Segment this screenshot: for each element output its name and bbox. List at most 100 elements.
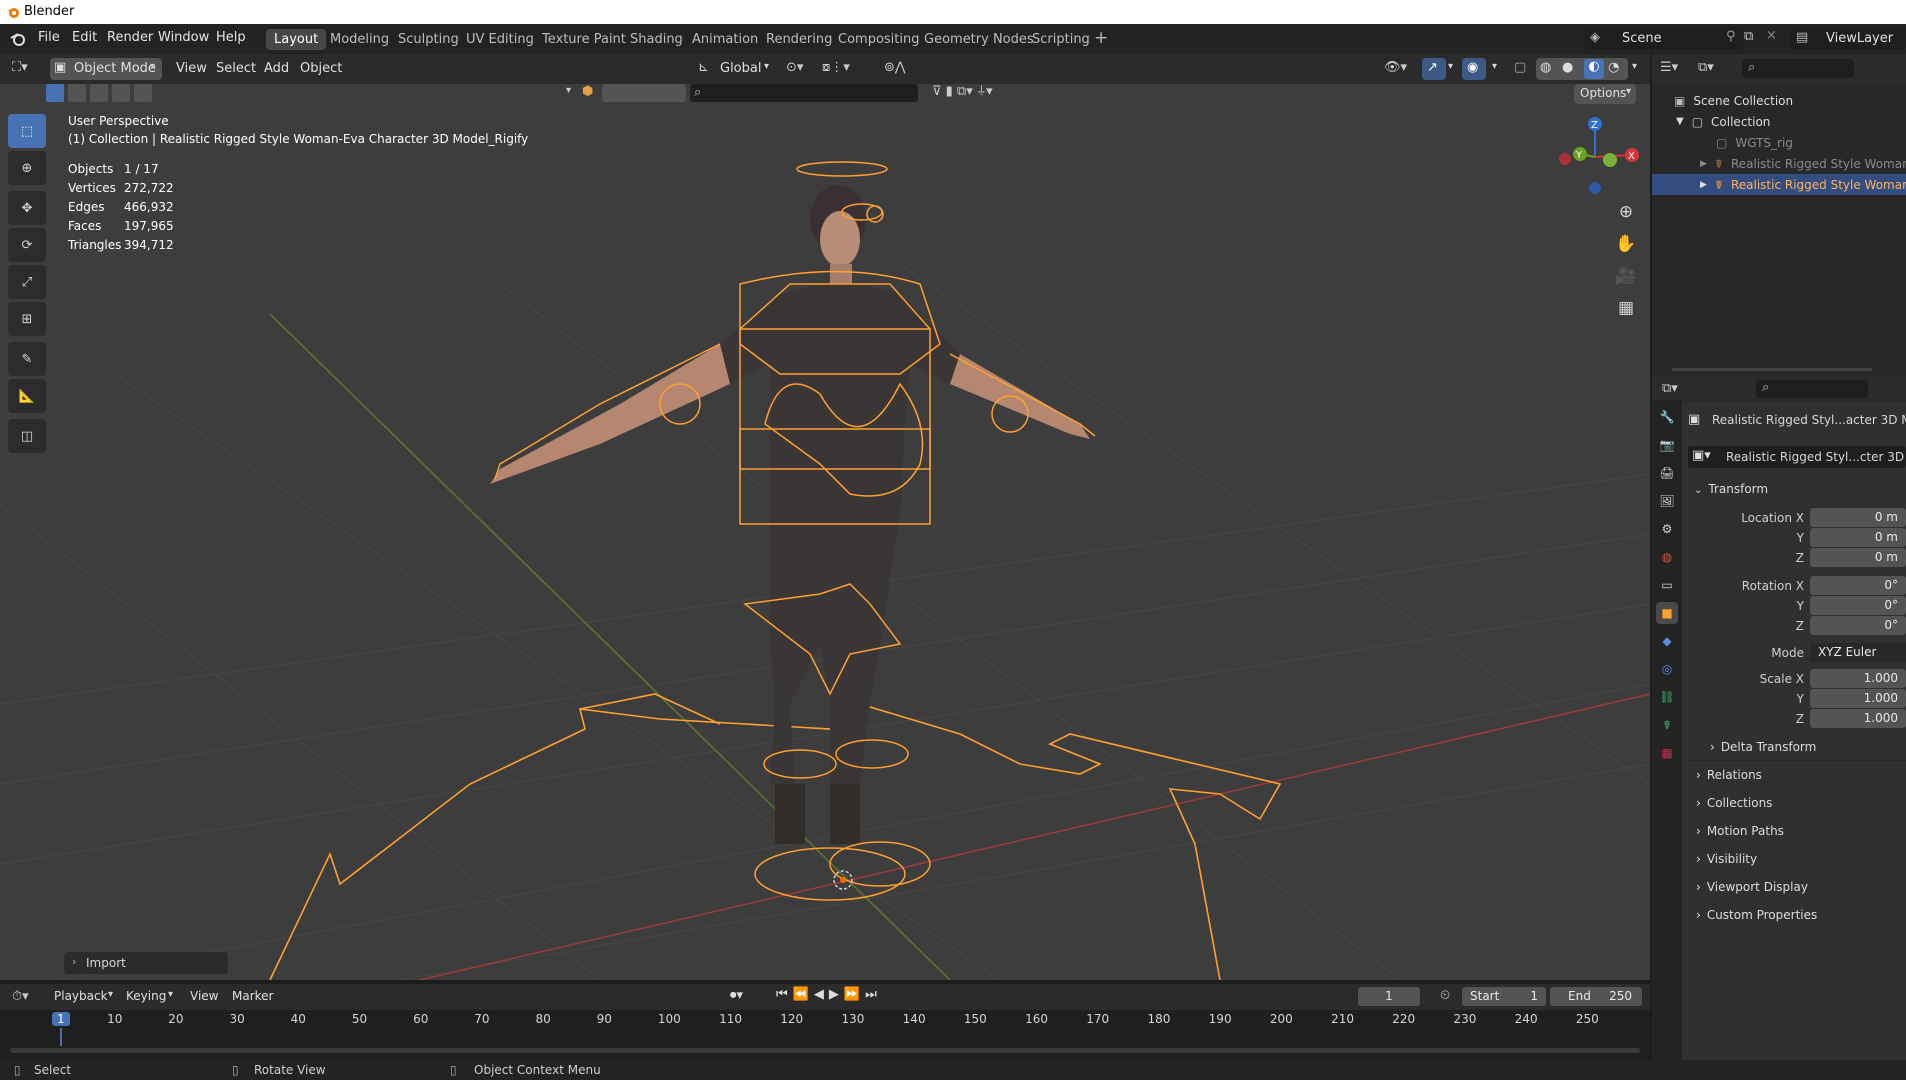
chevron-down-icon[interactable]: ▾	[1448, 61, 1453, 72]
scene-tab-icon[interactable]: ⚙	[1656, 518, 1678, 540]
outliner-editor-icon[interactable]: ☰▾	[1660, 60, 1678, 75]
options-dropdown[interactable]: Options ▾	[1574, 84, 1636, 104]
object-name-row[interactable]: ▣ Realistic Rigged Styl...acter 3D Mod	[1688, 410, 1906, 432]
timeline-editor-icon[interactable]: ⏱▾	[12, 989, 29, 1004]
location-x-field[interactable]: 0 m	[1810, 508, 1906, 527]
wireframe-shading-icon[interactable]: ◍	[1540, 60, 1551, 75]
scene-selector[interactable]: ◈ Scene ⚲	[1584, 28, 1744, 49]
subtract-selection-icon[interactable]	[90, 84, 108, 102]
scale-x-field[interactable]: 1.000	[1810, 669, 1906, 688]
pan-hand-icon[interactable]: ✋	[1608, 234, 1644, 266]
rendered-shading-icon[interactable]: ◔	[1608, 60, 1619, 75]
physics-tab-icon[interactable]: ◎	[1656, 658, 1678, 680]
relations-section[interactable]: › Relations	[1696, 768, 1762, 782]
outliner-search-input[interactable]: ⌕	[1742, 59, 1854, 78]
outliner-item-scene-collection[interactable]: ▣ Scene Collection	[1652, 90, 1906, 111]
timeline-menu-view[interactable]: View	[190, 989, 218, 1003]
tab-shading[interactable]: Shading	[622, 29, 691, 50]
mode-dropdown[interactable]: ▣ Object Mode ▾	[50, 58, 162, 80]
chevron-down-icon[interactable]: ▾	[1632, 61, 1637, 72]
timeline-scrollbar[interactable]	[10, 1048, 1640, 1053]
pin-icon[interactable]: ⚲	[1726, 29, 1736, 44]
chevron-down-icon[interactable]: ▾	[1492, 61, 1497, 72]
start-frame-field[interactable]: Start 1	[1462, 987, 1546, 1006]
material-shading-icon[interactable]: ◐	[1584, 59, 1604, 79]
armature-data-tab-icon[interactable]: ☤	[1656, 714, 1678, 736]
last-operator-panel[interactable]: › Import	[64, 952, 228, 974]
playhead-line[interactable]	[60, 1028, 62, 1046]
display-mode-icon[interactable]: ⧉▾	[1698, 60, 1714, 75]
collections-section[interactable]: › Collections	[1696, 796, 1772, 810]
tab-layout[interactable]: Layout	[266, 29, 327, 50]
outliner-item-collection[interactable]: ▼ ▢ Collection	[1652, 111, 1906, 132]
viewport-display-section[interactable]: › Viewport Display	[1696, 880, 1808, 894]
transform-tool[interactable]: ⊞	[8, 302, 46, 336]
object-tab-icon[interactable]: ■	[1656, 602, 1678, 624]
new-scene-icon[interactable]: ⧉	[1744, 29, 1753, 44]
viewport-search-input[interactable]	[690, 84, 918, 102]
zoom-icon[interactable]: ⊕	[1608, 202, 1644, 234]
solid-shading-icon[interactable]: ●	[1562, 60, 1573, 75]
rotation-z-field[interactable]: 0°	[1810, 616, 1906, 635]
modifier-tab-icon[interactable]: ◆	[1656, 630, 1678, 652]
transform-section-header[interactable]: ⌄ Transform	[1694, 482, 1768, 496]
intersect-selection-icon[interactable]	[134, 84, 152, 102]
location-y-field[interactable]: 0 m	[1810, 528, 1906, 547]
camera-icon[interactable]: 🎥	[1608, 266, 1644, 298]
new-selection-icon[interactable]	[46, 84, 64, 102]
location-z-field[interactable]: 0 m	[1810, 548, 1906, 567]
custom-properties-section[interactable]: › Custom Properties	[1696, 908, 1817, 922]
perspective-grid-icon[interactable]: ▦	[1608, 298, 1644, 330]
navigation-gizmo[interactable]: Z X Y	[1550, 112, 1640, 202]
annotate-tool[interactable]: ✎	[8, 342, 46, 376]
rotate-tool[interactable]: ⟳	[8, 228, 46, 262]
timeline-menu-keying[interactable]: Keying	[126, 989, 166, 1003]
scale-tool[interactable]: ⤢	[8, 265, 46, 299]
output-tab-icon[interactable]: 🖨	[1656, 462, 1678, 484]
rotation-y-field[interactable]: 0°	[1810, 596, 1906, 615]
gizmo-neg-z-axis[interactable]	[1589, 182, 1601, 194]
move-tool[interactable]: ✥	[8, 191, 46, 225]
menu-edit[interactable]: Edit	[72, 30, 97, 45]
view-layer-tab-icon[interactable]: 🖼	[1656, 490, 1678, 512]
texture-tab-icon[interactable]: ▦	[1656, 742, 1678, 764]
properties-search-input[interactable]: ⌕	[1756, 380, 1868, 398]
current-frame-field[interactable]: 1	[1358, 987, 1420, 1006]
clock-icon[interactable]: ⏲	[1440, 988, 1450, 1003]
viewport-menu-view[interactable]: View	[176, 61, 207, 76]
constraint-tab-icon[interactable]: ⛓	[1656, 686, 1678, 708]
outliner-item-wgts-rig[interactable]: ▢ WGTS_rig	[1652, 132, 1906, 153]
add-workspace-icon[interactable]: +	[1094, 28, 1108, 48]
chevron-down-icon[interactable]: ▼	[1676, 116, 1684, 127]
tab-uv-editing[interactable]: UV Editing	[458, 29, 542, 50]
gizmo-neg-x-axis[interactable]	[1559, 153, 1571, 165]
xray-icon[interactable]: ▢	[1514, 60, 1526, 75]
timeline-menu-playback[interactable]: Playback	[54, 989, 108, 1003]
tab-geometry-nodes[interactable]: Geometry Nodes	[916, 29, 1042, 50]
menu-file[interactable]: File	[38, 30, 60, 45]
properties-editor-icon[interactable]: ⧉▾	[1662, 381, 1678, 396]
menu-render[interactable]: Render	[107, 30, 153, 45]
motion-paths-section[interactable]: › Motion Paths	[1696, 824, 1784, 838]
rotation-mode-dropdown[interactable]: XYZ Euler	[1810, 643, 1906, 662]
add-cube-tool[interactable]: ◫	[8, 419, 46, 453]
snap-icon[interactable]: ⧇⋮▾	[822, 60, 850, 75]
outliner-item-mesh[interactable]: ▶ ☤ Realistic Rigged Style Woman-Eva	[1652, 153, 1906, 174]
select-box-tool[interactable]: ⬚	[8, 114, 46, 148]
cursor-tool[interactable]: ⊕	[8, 151, 46, 185]
collection-tab-icon[interactable]: ▭	[1656, 574, 1678, 596]
object-datablock-field[interactable]: ▣▾ Realistic Rigged Styl...cter 3D Mo	[1688, 446, 1906, 468]
filter-icon[interactable]: ⊽ ▮ ⧉▾ ⏚▾	[932, 84, 993, 99]
view-layer-selector[interactable]: ▤ ViewLayer	[1790, 28, 1906, 49]
visibility-section[interactable]: › Visibility	[1696, 852, 1757, 866]
tab-sculpting[interactable]: Sculpting	[390, 29, 467, 50]
tab-rendering[interactable]: Rendering	[758, 29, 840, 50]
tab-compositing[interactable]: Compositing	[830, 29, 928, 50]
chevron-right-icon[interactable]: ▶	[1700, 180, 1707, 190]
visibility-filter-buttons[interactable]	[602, 84, 686, 102]
world-tab-icon[interactable]: ◍	[1656, 546, 1678, 568]
chevron-down-icon[interactable]: ▾	[566, 85, 571, 96]
pivot-point-icon[interactable]: ⊙▾	[786, 60, 803, 75]
transform-orientation-dropdown[interactable]: ⊾ Global ▾	[696, 58, 776, 80]
extend-selection-icon[interactable]	[68, 84, 86, 102]
